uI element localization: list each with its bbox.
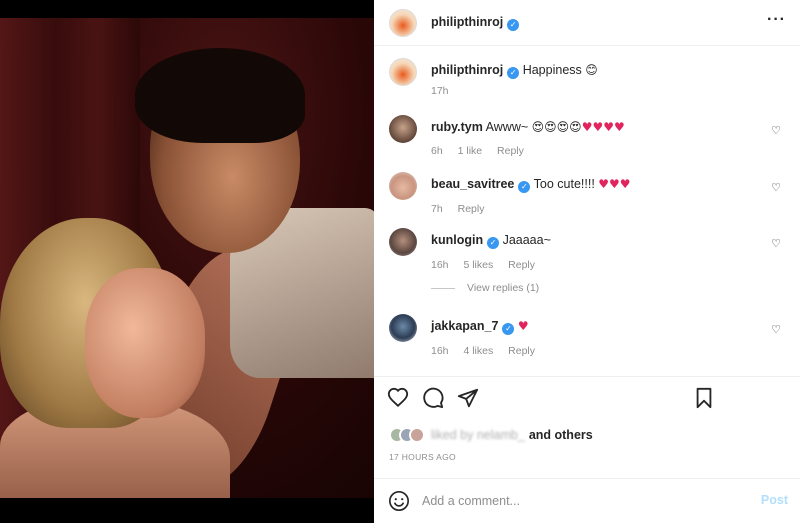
reply-button[interactable]: Reply [508,345,535,357]
reply-button[interactable]: Reply [458,203,485,215]
comment-likes[interactable]: 4 likes [463,345,493,357]
comment-text: ruby.tym Awww~ 😍😍😍😍♥♥♥♥ [431,119,771,135]
comment-meta: 16h 5 likes Reply [431,259,771,271]
author-name-row: philipthinroj ✓ [431,15,520,31]
comment-avatar[interactable] [389,314,417,342]
caption-message: Happiness [522,63,582,77]
caption-emoji: 😊 [585,63,598,77]
comment-message: Jaaaaa~ [502,233,551,247]
comment-username[interactable]: kunlogin [431,233,483,247]
replies-divider [431,287,455,289]
heart-icon[interactable] [386,387,410,411]
liker-avatars [389,427,425,443]
comment-username[interactable]: jakkapan_7 [431,319,498,333]
action-bar [374,376,800,422]
post-photo[interactable] [0,0,374,523]
comment-likes[interactable]: 1 like [458,145,483,157]
verified-icon: ✓ [518,181,531,193]
liked-by[interactable]: liked by nelamb_ and others [389,425,593,445]
side-panel: philipthinroj ✓ ··· philipthinroj ✓ Happin… [374,0,800,523]
comment-hearts: ♥♥♥♥ [581,120,625,134]
caption-username[interactable]: philipthinroj [431,63,503,77]
more-icon[interactable]: ··· [767,11,786,29]
comment-body: ruby.tym Awww~ 😍😍😍😍♥♥♥♥ 6h 1 like Reply [431,119,771,157]
caption-meta: 17h [431,85,771,97]
caption-text: philipthinroj ✓ Happiness 😊 [431,62,771,79]
photo-man-hair [135,48,305,143]
comment-meta: 7h Reply [431,203,771,215]
comment-meta: 16h 4 likes Reply [431,345,771,357]
photo-image [0,18,374,498]
verified-icon: ✓ [507,67,520,79]
comment-message: Too cute!!!! [533,177,595,191]
comment-avatar[interactable] [389,172,417,200]
comment-like-icon[interactable]: ♡ [771,181,781,194]
verified-icon: ✓ [487,237,500,249]
post-header: philipthinroj ✓ ··· [374,0,800,46]
caption-avatar[interactable] [389,58,417,86]
comment-hearts: ♥♥♥ [598,177,631,191]
bookmark-icon[interactable] [692,387,716,411]
comment-like-icon[interactable]: ♡ [771,124,781,137]
comment-text: kunlogin ✓ Jaaaaa~ [431,232,771,249]
comment-hearts: ♥ [517,319,529,333]
comment-likes[interactable]: 5 likes [463,259,493,271]
comment-username[interactable]: beau_savitree [431,177,514,191]
post-timestamp[interactable]: 17 HOURS AGO [389,452,456,462]
comment-age[interactable]: 6h [431,145,443,157]
reply-button[interactable]: Reply [508,259,535,271]
author-username[interactable]: philipthinroj [431,15,503,29]
view-replies-button[interactable]: View replies (1) [431,282,539,294]
comment-age[interactable]: 16h [431,259,449,271]
post-modal: philipthinroj ✓ ··· philipthinroj ✓ Happin… [0,0,800,523]
verified-icon: ✓ [502,323,515,335]
author-avatar[interactable] [389,8,417,37]
comment-text: jakkapan_7 ✓ ♥ [431,318,771,335]
comment-age[interactable]: 7h [431,203,443,215]
comment-avatar[interactable] [389,115,417,143]
comment-body: beau_savitree ✓ Too cute!!!! ♥♥♥ 7h Reply [431,176,771,215]
comment-avatar[interactable] [389,228,417,256]
comment-message: Awww~ [485,120,529,134]
emoji-icon[interactable] [388,490,410,512]
photo-woman-face [85,268,205,418]
liked-by-others[interactable]: and others [529,428,593,442]
comment-body: jakkapan_7 ✓ ♥ 16h 4 likes Reply [431,318,771,357]
comment-like-icon[interactable]: ♡ [771,323,781,336]
caption-body: philipthinroj ✓ Happiness 😊 17h [431,62,771,97]
liked-by-blurred: liked by nelamb_ [431,428,525,442]
view-replies-label: View replies (1) [467,282,540,294]
comment-text: beau_savitree ✓ Too cute!!!! ♥♥♥ [431,176,771,193]
add-comment-bar: Post [374,478,800,523]
comments-list: philipthinroj ✓ Happiness 😊 17h ruby.tym … [374,46,800,376]
caption-age[interactable]: 17h [431,85,449,97]
reply-button[interactable]: Reply [497,145,524,157]
share-icon[interactable] [456,387,480,411]
comment-age[interactable]: 16h [431,345,449,357]
comment-meta: 6h 1 like Reply [431,145,771,157]
comment-username[interactable]: ruby.tym [431,120,483,134]
comment-like-icon[interactable]: ♡ [771,237,781,250]
verified-icon: ✓ [507,18,520,31]
comment-input[interactable] [422,494,752,508]
post-button[interactable]: Post [761,493,788,507]
comment-body: kunlogin ✓ Jaaaaa~ 16h 5 likes Reply [431,232,771,271]
comment-icon[interactable] [421,387,445,411]
comment-emojis: 😍😍😍😍 [531,120,582,134]
